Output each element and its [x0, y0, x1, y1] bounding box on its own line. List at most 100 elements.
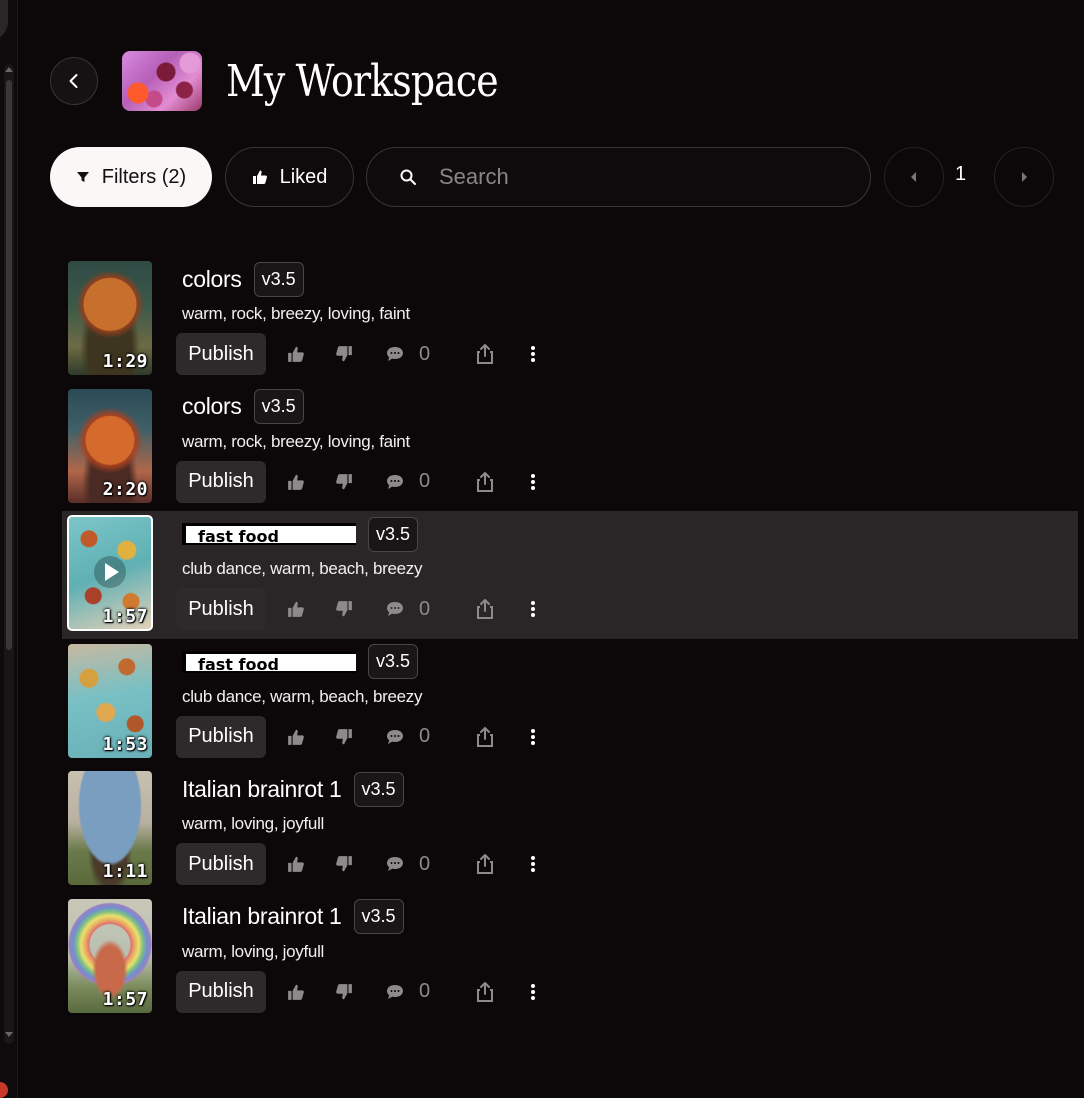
more-vertical-icon — [531, 856, 535, 872]
track-title[interactable]: fast food — [182, 523, 356, 546]
dislike-button[interactable] — [330, 595, 358, 623]
track-duration: 1:53 — [102, 733, 148, 755]
track-cover-image[interactable]: 2:20 — [68, 388, 152, 503]
dislike-button[interactable] — [330, 850, 358, 878]
workspace-header: My Workspace — [50, 50, 542, 112]
track-duration: 2:20 — [102, 478, 148, 500]
thumbs-down-icon — [336, 856, 352, 872]
track-duration: 1:57 — [102, 606, 148, 627]
thumbs-down-icon — [336, 601, 352, 617]
track-row[interactable]: 1:11 Italian brainrot 1 v3.5 warm, lovin… — [62, 766, 1078, 894]
publish-button[interactable]: Publish — [176, 843, 266, 885]
track-cover-image[interactable]: 1:57 — [68, 898, 152, 1013]
dislike-button[interactable] — [330, 978, 358, 1006]
status-dot — [0, 1082, 8, 1098]
track-title[interactable]: colors — [182, 393, 242, 420]
version-badge: v3.5 — [253, 389, 304, 424]
track-tags: club dance, warm, beach, breezy — [182, 559, 423, 578]
toolbar: Filters (2) Liked 1 — [50, 147, 1054, 207]
previous-page-button[interactable] — [884, 147, 944, 207]
caret-right-icon — [1022, 172, 1027, 182]
share-button[interactable] — [471, 723, 499, 751]
track-row[interactable]: 1:57 Italian brainrot 1 v3.5 warm, lovin… — [62, 894, 1078, 1022]
share-button[interactable] — [471, 978, 499, 1006]
track-tags: club dance, warm, beach, breezy — [182, 686, 423, 706]
publish-button[interactable]: Publish — [176, 715, 266, 758]
track-row[interactable]: 1:29 colors v3.5 warm, rock, breezy, lov… — [62, 256, 1078, 384]
publish-button[interactable]: Publish — [176, 970, 266, 1013]
like-button[interactable] — [282, 978, 310, 1006]
track-cover-image[interactable]: 1:29 — [68, 261, 152, 375]
more-vertical-icon — [531, 601, 535, 617]
track-row[interactable]: 1:53 fast food v3.5 club dance, warm, be… — [62, 639, 1078, 767]
like-button[interactable] — [282, 340, 310, 368]
more-options-button[interactable] — [519, 340, 547, 368]
thumbs-down-icon — [336, 728, 352, 744]
more-options-button[interactable] — [519, 850, 547, 878]
more-vertical-icon — [531, 728, 535, 745]
sidebar-toggle[interactable] — [0, 0, 8, 40]
comment-button[interactable] — [381, 978, 409, 1006]
thumbs-up-icon — [288, 856, 304, 872]
share-button[interactable] — [471, 468, 499, 496]
comment-icon — [387, 474, 403, 489]
publish-button[interactable]: Publish — [176, 333, 266, 375]
comment-count: 0 — [419, 980, 431, 1002]
track-duration: 1:57 — [102, 988, 148, 1010]
more-options-button[interactable] — [519, 468, 547, 496]
share-icon — [477, 981, 493, 1002]
search-bar[interactable] — [366, 147, 871, 207]
share-icon — [477, 471, 493, 492]
dislike-button[interactable] — [330, 468, 358, 496]
more-options-button[interactable] — [519, 978, 547, 1006]
comment-button[interactable] — [381, 340, 409, 368]
comment-count: 0 — [419, 725, 431, 747]
comment-icon — [387, 984, 403, 999]
filters-button[interactable]: Filters (2) — [50, 147, 212, 207]
track-title[interactable]: Italian brainrot 1 — [182, 903, 342, 930]
track-cover-image[interactable]: 1:53 — [68, 643, 152, 758]
like-button[interactable] — [282, 850, 310, 878]
track-title[interactable]: Italian brainrot 1 — [182, 776, 342, 803]
page-title: My Workspace — [226, 55, 499, 107]
version-badge: v3.5 — [253, 261, 304, 297]
scrollbar-thumb[interactable] — [6, 80, 12, 650]
search-input[interactable] — [439, 164, 839, 190]
more-options-button[interactable] — [519, 723, 547, 751]
scroll-down-arrow-icon[interactable] — [5, 1032, 13, 1037]
back-button[interactable] — [50, 57, 98, 105]
dislike-button[interactable] — [330, 340, 358, 368]
like-button[interactable] — [282, 723, 310, 751]
track-cover-image[interactable]: 1:57 — [67, 515, 153, 631]
publish-button[interactable]: Publish — [176, 460, 266, 503]
publish-button[interactable]: Publish — [176, 588, 266, 630]
thumbs-up-icon — [288, 346, 304, 362]
track-title[interactable]: colors — [182, 266, 242, 293]
liked-button[interactable]: Liked — [225, 147, 354, 207]
track-tags: warm, rock, breezy, loving, faint — [182, 431, 410, 451]
comment-button[interactable] — [381, 850, 409, 878]
thumbs-up-icon — [288, 601, 304, 617]
like-button[interactable] — [282, 595, 310, 623]
share-button[interactable] — [471, 595, 499, 623]
track-row[interactable]: 2:20 colors v3.5 warm, rock, breezy, lov… — [62, 384, 1078, 512]
dislike-button[interactable] — [330, 723, 358, 751]
like-button[interactable] — [282, 468, 310, 496]
share-icon — [477, 344, 493, 364]
comment-button[interactable] — [381, 723, 409, 751]
share-icon — [477, 726, 493, 747]
share-button[interactable] — [471, 340, 499, 368]
play-button[interactable] — [94, 556, 126, 588]
comment-button[interactable] — [381, 468, 409, 496]
comment-icon — [387, 602, 403, 616]
track-title[interactable]: fast food — [182, 650, 356, 674]
comment-button[interactable] — [381, 595, 409, 623]
version-badge: v3.5 — [353, 771, 404, 807]
next-page-button[interactable] — [994, 147, 1054, 207]
more-options-button[interactable] — [519, 595, 547, 623]
share-button[interactable] — [471, 850, 499, 878]
track-row-selected[interactable]: 1:57 fast food v3.5 club dance, warm, be… — [62, 511, 1078, 639]
track-cover-image[interactable]: 1:11 — [68, 771, 152, 885]
scroll-up-arrow-icon[interactable] — [5, 67, 13, 72]
search-icon — [400, 169, 416, 185]
